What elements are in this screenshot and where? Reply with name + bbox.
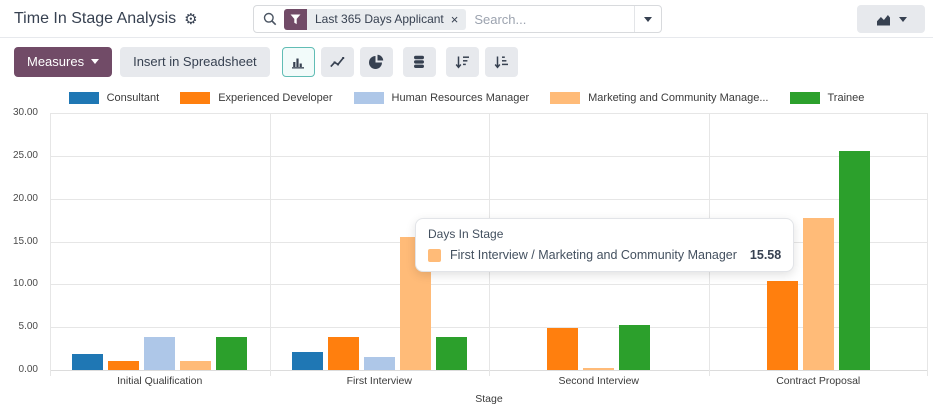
x-tick-label: Contract Proposal bbox=[709, 375, 929, 387]
bar-trainee[interactable] bbox=[619, 325, 650, 370]
search-bar[interactable]: Last 365 Days Applicant × bbox=[253, 5, 662, 33]
bar-human-resources-manager[interactable] bbox=[144, 337, 175, 370]
insert-label: Insert in Spreadsheet bbox=[133, 54, 257, 69]
y-axis-labels: 30.0025.0020.0015.0010.005.000.00 bbox=[0, 113, 42, 370]
bar-marketing-and-community-manager[interactable] bbox=[180, 361, 211, 370]
bar-trainee[interactable] bbox=[216, 337, 247, 370]
y-tick-label: 20.00 bbox=[0, 193, 38, 204]
bar-marketing-and-community-manager[interactable] bbox=[803, 218, 834, 370]
tooltip-row: First Interview / Marketing and Communit… bbox=[428, 248, 781, 262]
insert-in-spreadsheet-button[interactable]: Insert in Spreadsheet bbox=[120, 47, 270, 77]
legend-item-experienced-developer[interactable]: Experienced Developer bbox=[180, 92, 332, 104]
chart-legend: Consultant Experienced Developer Human Res… bbox=[0, 92, 933, 104]
x-axis-labels: Initial QualificationFirst InterviewSeco… bbox=[50, 375, 928, 387]
sort-ascending-icon bbox=[493, 54, 509, 70]
legend-item-marketing-and-community-manager[interactable]: Marketing and Community Manage... bbox=[550, 92, 768, 104]
bar-experienced-developer[interactable] bbox=[328, 337, 359, 370]
pie-chart-button[interactable] bbox=[360, 47, 393, 77]
tooltip-label: First Interview / Marketing and Communit… bbox=[450, 248, 737, 262]
chart-type-buttons bbox=[282, 47, 518, 77]
legend-swatch bbox=[180, 92, 210, 104]
chevron-down-icon bbox=[91, 59, 99, 64]
y-tick-label: 25.00 bbox=[0, 150, 38, 161]
graph-view-page: Time In Stage Analysis ⚙ Last 365 Days A… bbox=[0, 0, 933, 411]
search-input[interactable] bbox=[466, 12, 634, 27]
bar-consultant[interactable] bbox=[292, 352, 323, 370]
x-tick-label: Second Interview bbox=[489, 375, 709, 387]
bar-marketing-and-community-manager[interactable] bbox=[583, 368, 614, 370]
line-chart-icon bbox=[329, 54, 345, 70]
x-tick-label: Initial Qualification bbox=[50, 375, 270, 387]
stacked-toggle-button[interactable] bbox=[403, 47, 436, 77]
bar-chart-button[interactable] bbox=[282, 47, 315, 77]
y-tick-label: 15.00 bbox=[0, 236, 38, 247]
filter-facet-label: Last 365 Days Applicant bbox=[315, 12, 444, 26]
facet-close-icon[interactable]: × bbox=[451, 13, 459, 26]
legend-swatch bbox=[69, 92, 99, 104]
filter-facet[interactable]: Last 365 Days Applicant × bbox=[284, 9, 466, 30]
bar-trainee[interactable] bbox=[436, 337, 467, 370]
y-tick-label: 10.00 bbox=[0, 278, 38, 289]
y-tick-label: 30.00 bbox=[0, 107, 38, 118]
legend-label: Experienced Developer bbox=[218, 92, 332, 104]
legend-item-human-resources-manager[interactable]: Human Resources Manager bbox=[354, 92, 530, 104]
legend-label: Marketing and Community Manage... bbox=[588, 92, 768, 104]
x-axis-title: Stage bbox=[50, 393, 928, 405]
filter-facet-body: Last 365 Days Applicant × bbox=[307, 9, 466, 30]
bar-experienced-developer[interactable] bbox=[108, 361, 139, 370]
legend-label: Human Resources Manager bbox=[392, 92, 530, 104]
chevron-down-icon bbox=[644, 17, 652, 22]
filter-funnel-icon bbox=[284, 9, 307, 30]
legend-label: Consultant bbox=[107, 92, 160, 104]
tooltip-title: Days In Stage bbox=[428, 227, 781, 241]
legend-swatch bbox=[790, 92, 820, 104]
line-chart-button[interactable] bbox=[321, 47, 354, 77]
page-title: Time In Stage Analysis bbox=[14, 10, 176, 28]
area-chart-icon bbox=[875, 12, 892, 27]
legend-item-trainee[interactable]: Trainee bbox=[790, 92, 865, 104]
search-dropdown-toggle[interactable] bbox=[634, 6, 661, 32]
tooltip-swatch bbox=[428, 249, 441, 262]
y-tick-label: 5.00 bbox=[0, 321, 38, 332]
graph-toolbar: Measures Insert in Spreadsheet bbox=[0, 38, 933, 85]
bar-experienced-developer[interactable] bbox=[767, 281, 798, 370]
y-tick-label: 0.00 bbox=[0, 364, 38, 375]
sort-ascending-button[interactable] bbox=[485, 47, 518, 77]
bar-consultant[interactable] bbox=[72, 354, 103, 370]
breadcrumb: Time In Stage Analysis ⚙ bbox=[14, 0, 198, 38]
bar-group-initial-qualification bbox=[50, 113, 270, 370]
bar-experienced-developer[interactable] bbox=[547, 328, 578, 370]
tooltip-value: 15.58 bbox=[750, 248, 781, 262]
x-tick-label: First Interview bbox=[270, 375, 490, 387]
sort-descending-button[interactable] bbox=[446, 47, 479, 77]
sort-descending-icon bbox=[454, 54, 470, 70]
legend-label: Trainee bbox=[828, 92, 865, 104]
control-panel: Time In Stage Analysis ⚙ Last 365 Days A… bbox=[0, 0, 933, 38]
gear-icon[interactable]: ⚙ bbox=[184, 12, 197, 27]
search-icon bbox=[263, 12, 277, 26]
chart-tooltip: Days In Stage First Interview / Marketin… bbox=[415, 218, 794, 272]
measures-label: Measures bbox=[27, 54, 84, 69]
measures-button[interactable]: Measures bbox=[14, 47, 112, 77]
pie-chart-icon bbox=[368, 54, 384, 70]
view-switcher-button[interactable] bbox=[857, 5, 925, 33]
chevron-down-icon bbox=[899, 17, 907, 22]
bar-chart-icon bbox=[290, 54, 306, 70]
legend-item-consultant[interactable]: Consultant bbox=[69, 92, 160, 104]
stacked-bars-icon bbox=[411, 54, 427, 70]
legend-swatch bbox=[550, 92, 580, 104]
bar-human-resources-manager[interactable] bbox=[364, 357, 395, 370]
legend-swatch bbox=[354, 92, 384, 104]
bar-trainee[interactable] bbox=[839, 151, 870, 370]
